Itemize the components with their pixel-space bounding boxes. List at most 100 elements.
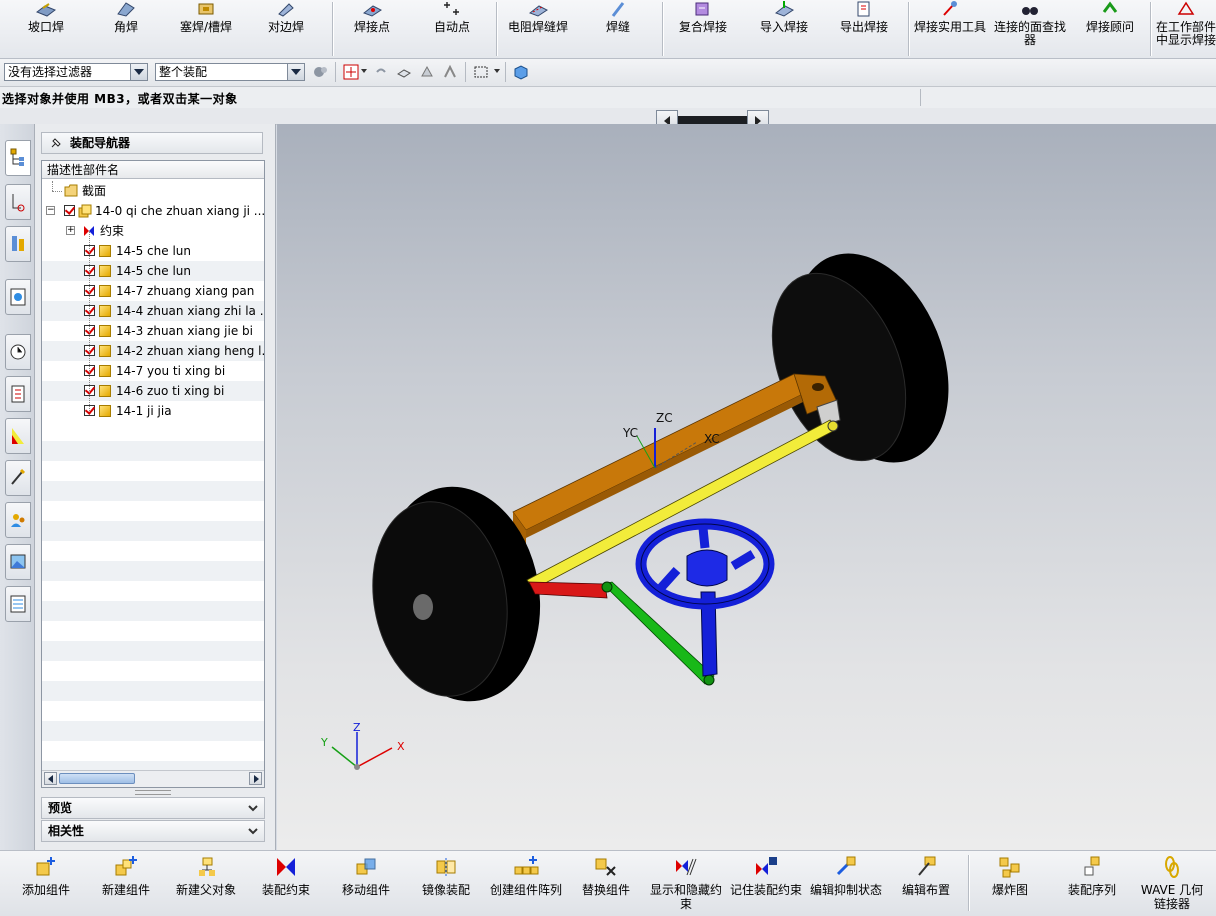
part-navigator-tab[interactable]	[5, 226, 31, 262]
toolbar-separator	[1150, 2, 1151, 56]
new-parent-button[interactable]: 新建父对象	[170, 851, 242, 916]
process-studio-tab[interactable]	[5, 418, 31, 454]
tree-node-component[interactable]: 14-4 zhuan xiang zhi la ...	[42, 301, 264, 321]
import-weld-label: 导入焊接	[759, 20, 808, 34]
wave-geometry-linker-button[interactable]: WAVE 几何链接器	[1136, 851, 1208, 916]
create-component-array-button[interactable]: 创建组件阵列	[484, 851, 568, 916]
system-materials-tab[interactable]	[5, 376, 31, 412]
tree-node-component[interactable]: 14-1 ji jia	[42, 401, 264, 421]
composite-weld-button[interactable]: 复合焊接	[672, 0, 734, 58]
weld-advisor-button[interactable]: 焊接顾问	[1082, 0, 1138, 58]
assembly-navigator-tab[interactable]	[5, 140, 31, 176]
collapse-toggle[interactable]: −	[46, 206, 55, 215]
roles-tab[interactable]	[5, 502, 31, 538]
constraint-navigator-tab[interactable]	[5, 184, 31, 220]
splitter-handle[interactable]	[135, 790, 171, 795]
tree-node-component[interactable]: 14-6 zuo ti xing bi	[42, 381, 264, 401]
tree-node-label: 14-5 che lun	[116, 264, 191, 278]
weld-point-button[interactable]: 焊接点	[344, 0, 400, 58]
import-weld-button[interactable]: 导入焊接	[754, 0, 814, 58]
undo-icon[interactable]	[373, 64, 389, 80]
component-cube-icon	[99, 265, 111, 277]
chevron-down-icon[interactable]	[494, 69, 500, 73]
horizontal-scrollbar[interactable]	[42, 770, 264, 787]
tree-node-component[interactable]: 14-3 zhuan xiang jie bi	[42, 321, 264, 341]
show-hide-constraints-button[interactable]: 显示和隐藏约束	[646, 851, 726, 916]
chevron-down-icon[interactable]	[361, 69, 367, 73]
move-component-button[interactable]: 移动组件	[334, 851, 398, 916]
preview-section-header[interactable]: 预览	[41, 797, 265, 819]
chevron-down-icon[interactable]	[246, 801, 260, 815]
edge-weld-button[interactable]: 对边焊	[258, 0, 314, 58]
chevron-down-icon[interactable]	[287, 64, 304, 80]
show-weld-in-work-part-label: 在工作部件中显示焊接	[1156, 20, 1216, 47]
groove-weld-label: 坡口焊	[27, 20, 64, 34]
pin-icon[interactable]	[50, 137, 64, 149]
groove-weld-button[interactable]: 坡口焊	[18, 0, 74, 58]
steering-wheel[interactable]	[635, 518, 775, 677]
column-header-part-name[interactable]: 描述性部件名	[42, 161, 264, 179]
reuse-library-tab[interactable]	[5, 279, 31, 315]
selection-filter-dropdown[interactable]: 没有选择过滤器	[4, 63, 148, 81]
palettes-tab[interactable]	[5, 544, 31, 580]
chevron-down-icon[interactable]	[246, 824, 260, 838]
selection-scope-dropdown[interactable]: 整个装配	[155, 63, 305, 81]
manufacturing-wizard-tab[interactable]	[5, 460, 31, 496]
scroll-left-arrow[interactable]	[44, 772, 57, 785]
move-icon[interactable]	[442, 64, 458, 80]
mirror-assembly-button[interactable]: 镜像装配	[414, 851, 478, 916]
expand-toggle[interactable]: +	[66, 226, 75, 235]
assembly-constraints-button[interactable]: 装配约束	[254, 851, 318, 916]
remember-constraints-button[interactable]: 记住装配约束	[728, 851, 804, 916]
scroll-thumb[interactable]	[59, 773, 135, 784]
feature-list-icon	[10, 595, 26, 613]
dependencies-section-header[interactable]: 相关性	[41, 820, 265, 842]
scroll-right-arrow[interactable]	[249, 772, 262, 785]
tree-node-component[interactable]: 14-7 you ti xing bi	[42, 361, 264, 381]
weld-utilities-button[interactable]: 焊接实用工具	[912, 0, 988, 58]
tree-node-component[interactable]: 14-7 zhuang xiang pan	[42, 281, 264, 301]
replace-component-button[interactable]: 替换组件	[574, 851, 638, 916]
add-component-button[interactable]: 添加组件	[14, 851, 78, 916]
fillet-weld-button[interactable]: 角焊	[98, 0, 154, 58]
tree-node-root-assembly[interactable]: − 14-0 qi che zhuan xiang ji ...	[42, 201, 264, 221]
assembly-sequence-button[interactable]: 装配序列	[1060, 851, 1124, 916]
mirror-assembly-icon	[436, 858, 456, 876]
edit-suppression-state-button[interactable]: 编辑抑制状态	[806, 851, 886, 916]
new-component-button[interactable]: 新建组件	[94, 851, 158, 916]
fillet-weld-icon	[117, 2, 135, 17]
edit-arrangements-button[interactable]: 编辑布置	[894, 851, 958, 916]
tree-node-component[interactable]: 14-2 zhuan xiang heng l...	[42, 341, 264, 361]
weld-seam-button[interactable]: 焊缝	[590, 0, 646, 58]
tree-node-label: 约束	[100, 224, 125, 238]
plug-slot-weld-button[interactable]: 塞焊/槽焊	[174, 0, 238, 58]
model-view[interactable]: ZC YC XC Z Y X	[277, 124, 1216, 850]
constraint-tree-icon	[12, 194, 25, 212]
auto-point-button[interactable]: 自动点	[424, 0, 480, 58]
snap-point-icon[interactable]	[343, 64, 359, 80]
export-weld-button[interactable]: 导出焊接	[834, 0, 894, 58]
graphics-window[interactable]: ZC YC XC Z Y X	[277, 124, 1216, 850]
landscape-icon	[10, 554, 26, 569]
left-steering-arm[interactable]	[528, 581, 608, 599]
tree-node-component[interactable]: 14-5 che lun	[42, 241, 264, 261]
cube-icon[interactable]	[513, 64, 529, 80]
assembly-filter-icon[interactable]	[313, 64, 329, 80]
exploded-views-button[interactable]: 爆炸图	[980, 851, 1040, 916]
show-weld-in-work-part-button[interactable]: 在工作部件中显示焊接	[1156, 0, 1216, 58]
export-weld-label: 导出焊接	[839, 20, 888, 34]
rectangle-select-icon[interactable]	[473, 64, 489, 80]
tree-node-constraints[interactable]: + 约束	[42, 221, 264, 241]
feature-list-tab[interactable]	[5, 586, 31, 622]
component-icon[interactable]	[419, 64, 435, 80]
tree-node-label: 14-3 zhuan xiang jie bi	[116, 324, 253, 338]
visibility-checkbox[interactable]	[64, 205, 75, 216]
box-select-icon[interactable]	[396, 64, 412, 80]
chevron-down-icon[interactable]	[130, 64, 147, 80]
tree-node-component[interactable]: 14-5 che lun	[42, 261, 264, 281]
dependencies-section-label: 相关性	[48, 824, 85, 838]
connected-face-finder-button[interactable]: 连接的面查找器	[992, 0, 1068, 58]
tree-node-sections[interactable]: 截面	[42, 181, 264, 201]
history-tab[interactable]	[5, 334, 31, 370]
resistance-seam-weld-button[interactable]: 电阻焊缝焊	[502, 0, 574, 58]
